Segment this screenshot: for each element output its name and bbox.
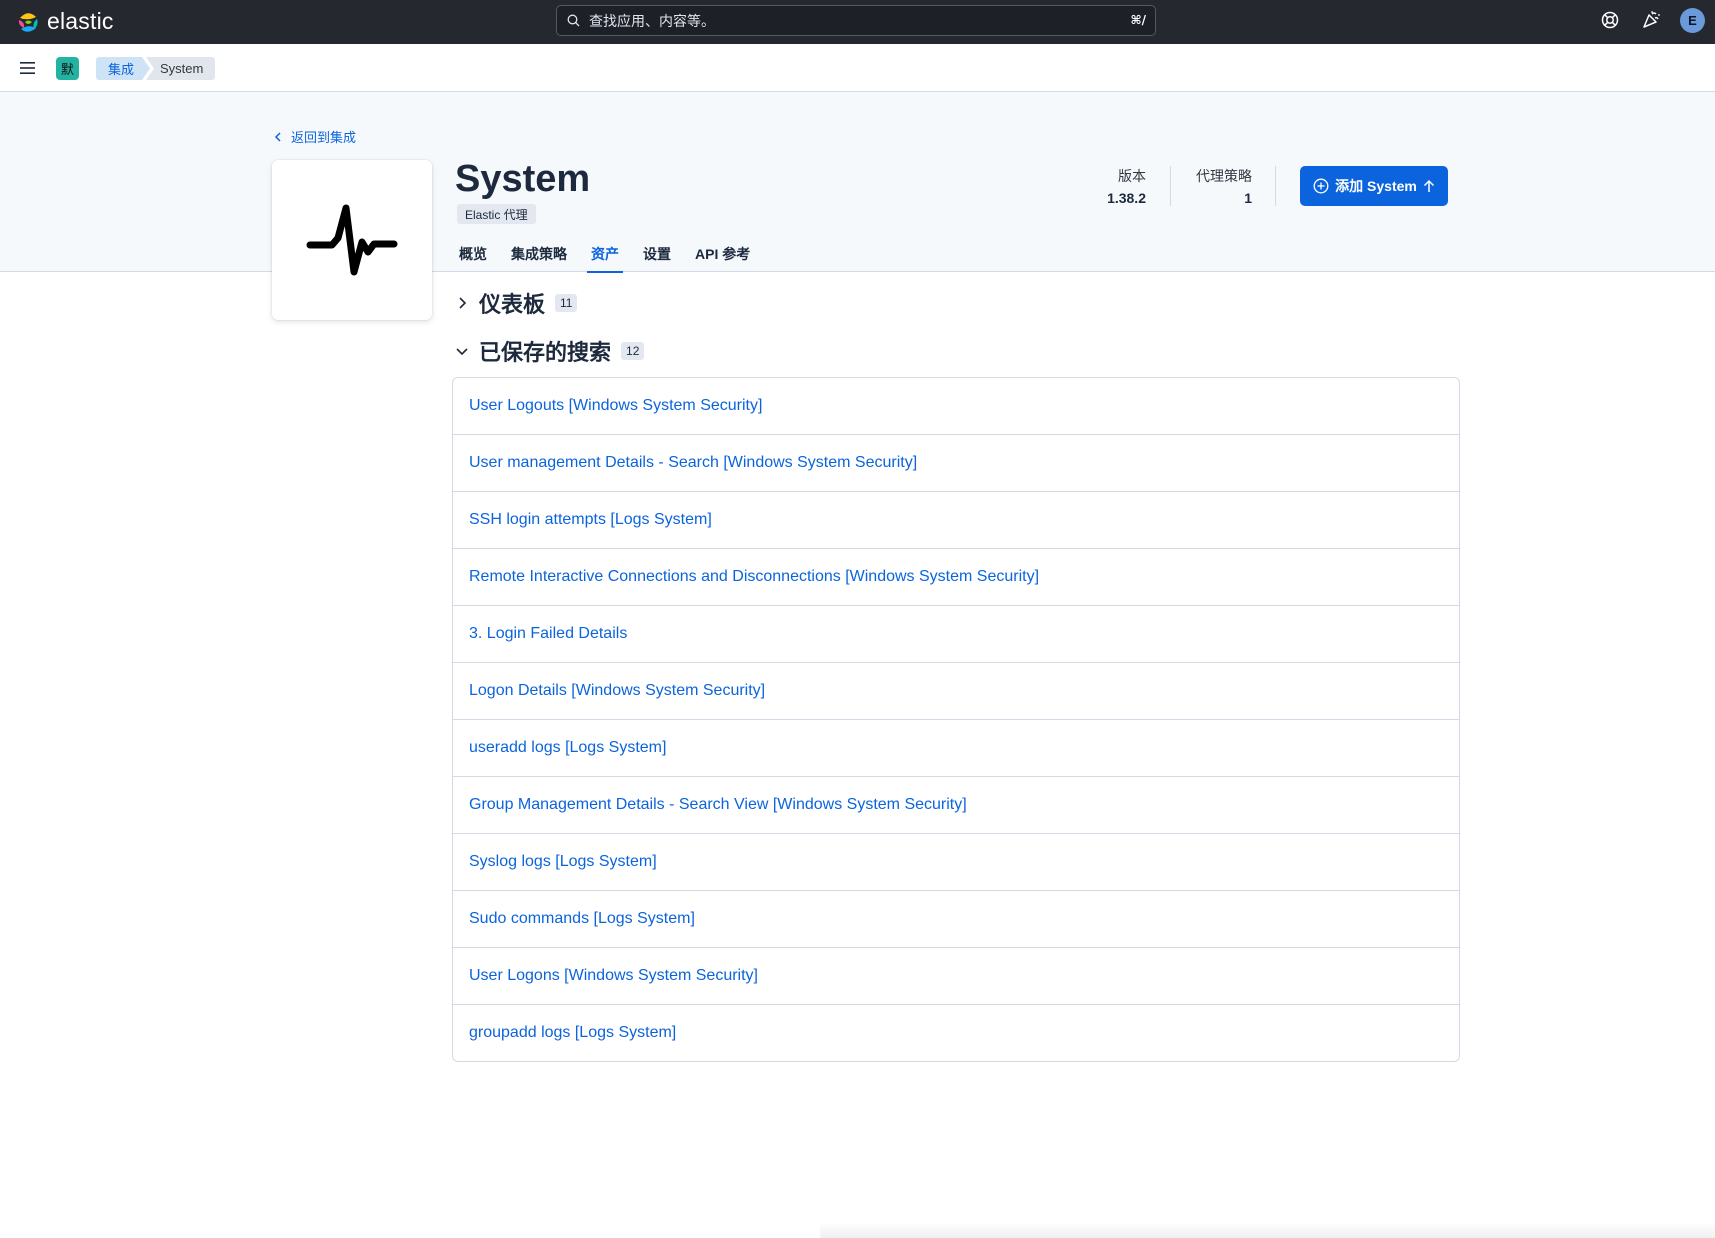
plus-circle-icon [1313,178,1329,194]
back-link-label: 返回到集成 [291,130,357,145]
search-shortcut: ⌘/ [1130,13,1146,27]
list-item: Syslog logs [Logs System] [453,834,1459,891]
list-item: groupadd logs [Logs System] [453,1005,1459,1061]
saved-searches-list: User Logouts [Windows System Security] U… [452,377,1460,1062]
agent-policies-label: 代理策略 [1196,168,1252,184]
page-title: System [455,158,591,200]
breadcrumb-bar: 默 集成 System [0,44,1715,92]
saved-search-link[interactable]: User Logouts [Windows System Security] [469,397,762,415]
heartbeat-icon [306,204,398,276]
tab-bar: 概览 集成策略 资产 设置 API 参考 [459,240,774,273]
breadcrumb-system: System [146,57,216,80]
help-icon[interactable] [1599,9,1621,31]
global-search[interactable]: ⌘/ [556,5,1156,36]
integration-icon-card [272,160,432,320]
saved-searches-count: 12 [621,342,645,360]
dashboards-count: 11 [555,294,578,312]
breadcrumb-integrations[interactable]: 集成 [96,57,150,80]
list-item: Remote Interactive Connections and Disco… [453,549,1459,606]
elastic-logo[interactable]: elastic [15,8,114,35]
saved-search-link[interactable]: User management Details - Search [Window… [469,454,917,472]
news-feed-icon[interactable] [1640,9,1662,31]
list-item: Logon Details [Windows System Security] [453,663,1459,720]
saved-search-link[interactable]: Sudo commands [Logs System] [469,910,695,928]
tab-settings[interactable]: 设置 [643,240,671,272]
dashboards-section-toggle[interactable]: 仪表板 11 [455,287,578,319]
saved-search-link[interactable]: 3. Login Failed Details [469,625,627,643]
saved-search-link[interactable]: User Logons [Windows System Security] [469,967,758,985]
tab-overview[interactable]: 概览 [459,240,487,272]
saved-search-link[interactable]: Remote Interactive Connections and Disco… [469,568,1039,586]
agent-policies-value: 1 [1244,190,1252,206]
saved-search-link[interactable]: groupadd logs [Logs System] [469,1024,676,1042]
search-icon [567,14,580,27]
hamburger-menu-icon[interactable] [18,60,38,76]
chevron-down-icon [456,348,468,356]
version-label: 版本 [1118,168,1146,184]
user-avatar[interactable]: E [1680,8,1705,33]
top-header: elastic ⌘/ E [0,0,1715,44]
stat-divider [1275,166,1276,206]
agent-badge: Elastic 代理 [457,204,536,224]
saved-search-link[interactable]: SSH login attempts [Logs System] [469,511,712,529]
tab-integration-policies[interactable]: 集成策略 [511,240,567,272]
add-button-label: 添加 System [1335,178,1417,194]
page-header [0,92,1715,272]
saved-search-link[interactable]: useradd logs [Logs System] [469,739,666,757]
list-item: 3. Login Failed Details [453,606,1459,663]
tab-api-reference[interactable]: API 参考 [695,240,750,272]
saved-searches-title: 已保存的搜索 [479,340,612,365]
tab-assets[interactable]: 资产 [587,240,623,273]
list-item: User Logouts [Windows System Security] [453,378,1459,435]
list-item: User management Details - Search [Window… [453,435,1459,492]
arrow-up-icon [1423,179,1434,192]
list-item: SSH login attempts [Logs System] [453,492,1459,549]
version-stat: 版本 1.38.2 [1107,166,1146,206]
elastic-logo-icon [15,9,41,35]
agent-policies-stat: 代理策略 1 [1196,166,1252,206]
version-value: 1.38.2 [1107,190,1146,206]
stat-divider [1170,166,1171,206]
saved-search-link[interactable]: Group Management Details - Search View [… [469,796,967,814]
list-item: useradd logs [Logs System] [453,720,1459,777]
space-avatar[interactable]: 默 [56,57,79,80]
dashboards-title: 仪表板 [479,292,546,317]
chevron-right-icon [459,297,467,309]
list-item: Sudo commands [Logs System] [453,891,1459,948]
saved-search-link[interactable]: Logon Details [Windows System Security] [469,682,765,700]
chevron-left-icon [274,131,281,142]
logo-text: elastic [47,8,114,34]
add-integration-button[interactable]: 添加 System [1300,166,1448,206]
search-input[interactable] [589,6,1089,35]
list-item: User Logons [Windows System Security] [453,948,1459,1005]
saved-searches-section-toggle[interactable]: 已保存的搜索 12 [455,335,645,367]
list-item: Group Management Details - Search View [… [453,777,1459,834]
saved-search-link[interactable]: Syslog logs [Logs System] [469,853,657,871]
back-to-integrations-link[interactable]: 返回到集成 [273,127,356,146]
bottom-edge-shadow [820,1222,1715,1238]
